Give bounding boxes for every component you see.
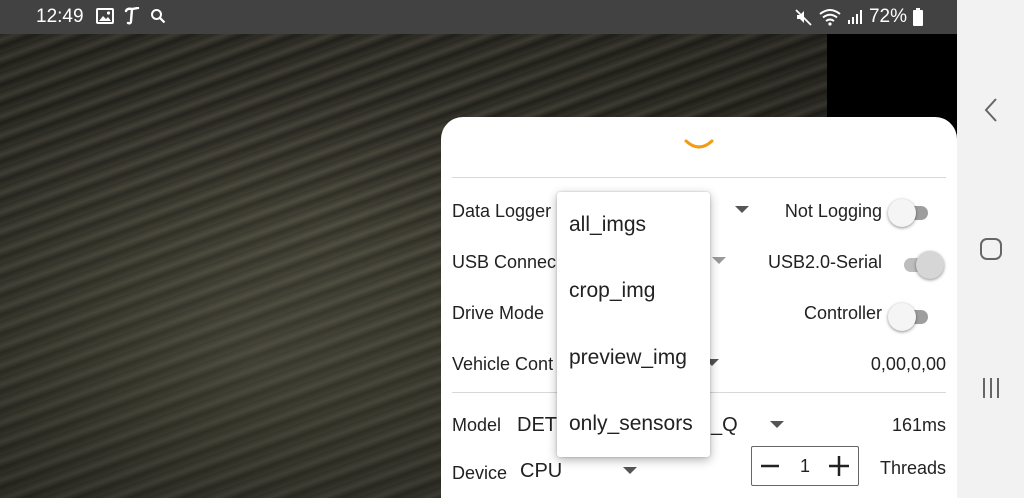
usb-dropdown-caret[interactable] [712, 257, 726, 264]
option-preview-img[interactable]: preview_img [557, 325, 710, 391]
vehicle-control-value: 0,00,0,00 [870, 354, 946, 374]
model-value-start[interactable]: DET [517, 414, 557, 437]
threads-stepper: 1 [751, 446, 859, 486]
chevron-down-icon [684, 139, 714, 149]
model-label: Model [452, 415, 502, 435]
mute-icon [795, 8, 813, 26]
text-icon [124, 7, 140, 25]
usb-device-label: USB2.0-Serial [767, 252, 882, 272]
option-crop-img[interactable]: crop_img [557, 258, 710, 324]
back-icon [984, 98, 997, 122]
recents-button[interactable] [957, 358, 1024, 418]
search-icon [150, 8, 166, 24]
notification-icons [96, 7, 166, 25]
battery-icon [913, 8, 923, 26]
plus-icon [829, 456, 849, 476]
model-value-end[interactable]: _Q [711, 414, 738, 437]
collapse-handle[interactable] [682, 137, 716, 155]
device-dropdown-caret[interactable] [623, 467, 637, 474]
logger-mode-dropdown: all_imgs crop_img preview_img only_senso… [557, 192, 710, 457]
option-all-imgs[interactable]: all_imgs [557, 192, 710, 258]
status-bar: 12:49 72% [0, 0, 957, 34]
battery-percent: 72% [868, 6, 907, 27]
data-logger-label: Data Logger [452, 201, 552, 221]
option-only-sensors[interactable]: only_sensors [557, 391, 710, 457]
navigation-bar [957, 0, 1024, 498]
system-indicators: 72% [795, 6, 923, 28]
status-time: 12:49 [36, 6, 84, 27]
inference-time: 161ms [891, 415, 946, 435]
vehicle-control-label: Vehicle Cont [452, 354, 554, 374]
drive-mode-status: Controller [803, 303, 882, 323]
usb-connection-label: USB Connec [452, 252, 557, 272]
device-value[interactable]: CPU [520, 460, 562, 483]
usb-toggle[interactable] [900, 251, 944, 279]
wifi-icon [819, 8, 841, 26]
drive-mode-toggle[interactable] [888, 303, 930, 331]
recents-icon [982, 378, 999, 398]
model-dropdown-caret[interactable] [770, 421, 784, 428]
back-button[interactable] [957, 80, 1024, 140]
increment-threads-button[interactable] [828, 455, 850, 477]
threads-label: Threads [879, 458, 946, 478]
logging-status-label: Not Logging [784, 201, 882, 221]
home-button[interactable] [957, 219, 1024, 279]
logger-dropdown-caret[interactable] [735, 206, 749, 213]
drive-mode-label: Drive Mode [452, 303, 545, 323]
device-label: Device [452, 463, 508, 483]
home-icon [979, 238, 1002, 260]
logging-toggle[interactable] [888, 199, 930, 227]
divider [452, 177, 946, 178]
signal-icon [847, 9, 863, 25]
image-icon [96, 8, 114, 24]
